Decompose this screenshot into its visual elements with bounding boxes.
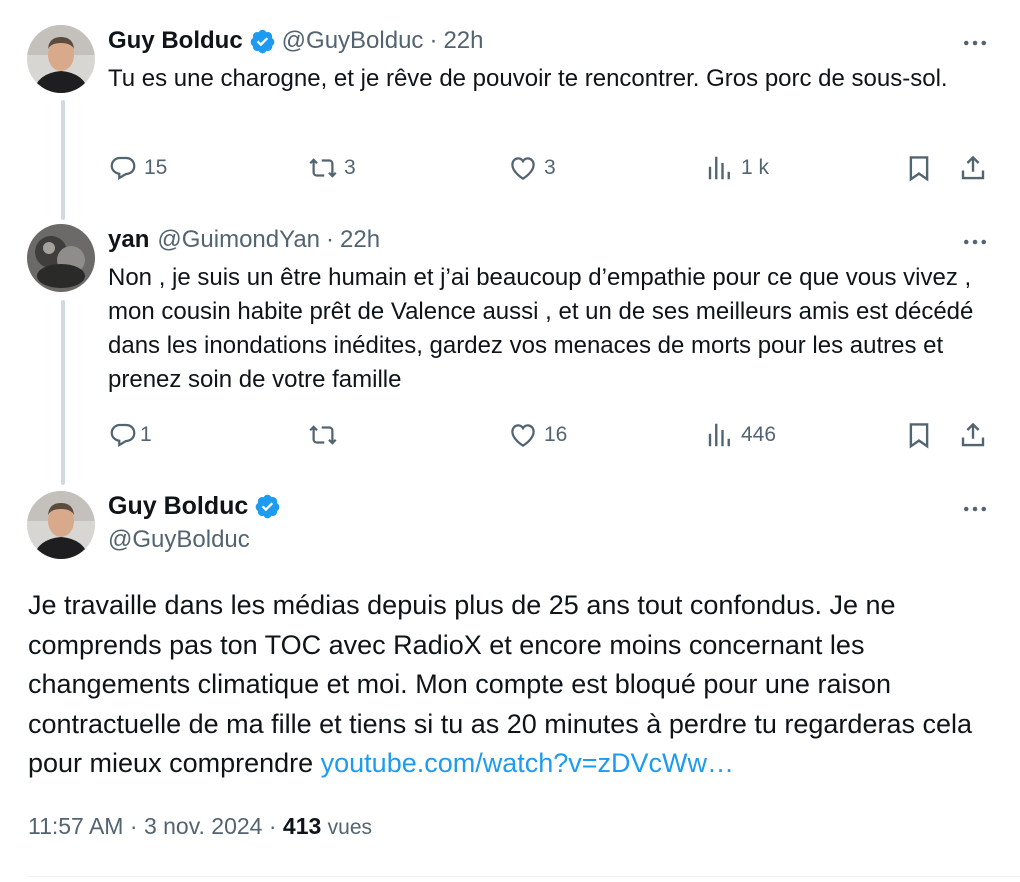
author-name[interactable]: Guy Bolduc xyxy=(108,26,243,56)
separator: · xyxy=(429,27,438,54)
like-icon xyxy=(511,424,535,447)
retweet-button[interactable] xyxy=(308,418,344,452)
thread-line xyxy=(61,100,65,220)
retweet-icon xyxy=(309,158,337,178)
share-icon xyxy=(961,155,985,180)
timestamp[interactable]: 22h xyxy=(443,26,483,56)
views-icon xyxy=(708,423,730,447)
like-count: 16 xyxy=(544,423,568,446)
separator: · xyxy=(326,226,335,253)
avatar[interactable] xyxy=(27,25,95,93)
verified-badge-icon xyxy=(249,28,276,55)
tweet-text: Non , je suis un être humain et j’ai bea… xyxy=(108,264,974,393)
reply-button[interactable]: 15 xyxy=(108,151,167,185)
share-button[interactable] xyxy=(958,418,988,452)
separator: · xyxy=(268,813,277,839)
views-count: 413 xyxy=(282,813,322,839)
reply-icon xyxy=(110,423,136,447)
tweet-meta: 11:57 AM · 3 nov. 2024 · 413 vues xyxy=(28,810,372,844)
more-icon[interactable] xyxy=(960,494,990,524)
author-handle[interactable]: @GuyBolduc xyxy=(282,26,424,56)
thread-line xyxy=(61,300,65,485)
like-count: 3 xyxy=(544,156,556,179)
reply-icon xyxy=(110,156,136,180)
author-handle[interactable]: @GuimondYan xyxy=(157,225,320,255)
reply-count: 15 xyxy=(144,156,168,179)
bookmark-button[interactable] xyxy=(904,151,934,185)
post-time[interactable]: 11:57 AM xyxy=(28,813,123,839)
views-button[interactable]: 446 xyxy=(705,418,776,452)
retweet-button[interactable]: 3 xyxy=(308,151,356,185)
verified-badge-icon xyxy=(254,493,281,520)
bookmark-icon xyxy=(909,423,929,449)
bookmark-button[interactable] xyxy=(904,418,934,452)
action-bar: 15 3 3 1 k xyxy=(108,151,990,185)
action-bar: 1 16 446 xyxy=(108,418,990,452)
divider xyxy=(28,876,1020,877)
tweet-text: Tu es une charogne, et je rêve de pouvoi… xyxy=(108,65,948,92)
more-icon[interactable] xyxy=(960,227,990,257)
avatar[interactable] xyxy=(27,224,95,292)
retweet-count: 3 xyxy=(344,156,356,179)
views-count: 1 k xyxy=(741,156,770,179)
youtube-link[interactable]: youtube.com/watch?v=zDVcWw… xyxy=(321,748,734,778)
author-name[interactable]: yan xyxy=(108,225,149,255)
tweet-text: Je travaille dans les médias depuis plus… xyxy=(28,586,998,784)
avatar[interactable] xyxy=(27,491,95,559)
bookmark-icon xyxy=(909,156,929,182)
post-date[interactable]: 3 nov. 2024 xyxy=(144,813,263,839)
author-name[interactable]: Guy Bolduc xyxy=(108,490,248,522)
views-label: vues xyxy=(327,816,373,839)
views-icon xyxy=(708,156,730,180)
retweet-icon xyxy=(309,425,337,445)
more-icon[interactable] xyxy=(960,28,990,58)
views-button[interactable]: 1 k xyxy=(705,151,769,185)
author-handle[interactable]: @GuyBolduc xyxy=(108,524,287,556)
separator: · xyxy=(129,813,138,839)
share-icon xyxy=(961,422,985,447)
reply-count: 1 xyxy=(140,423,152,446)
like-button[interactable]: 3 xyxy=(508,151,556,185)
views-count: 446 xyxy=(741,423,777,446)
like-icon xyxy=(511,157,535,180)
like-button[interactable]: 16 xyxy=(508,418,567,452)
reply-button[interactable]: 1 xyxy=(108,418,152,452)
share-button[interactable] xyxy=(958,151,988,185)
timestamp[interactable]: 22h xyxy=(340,225,380,255)
